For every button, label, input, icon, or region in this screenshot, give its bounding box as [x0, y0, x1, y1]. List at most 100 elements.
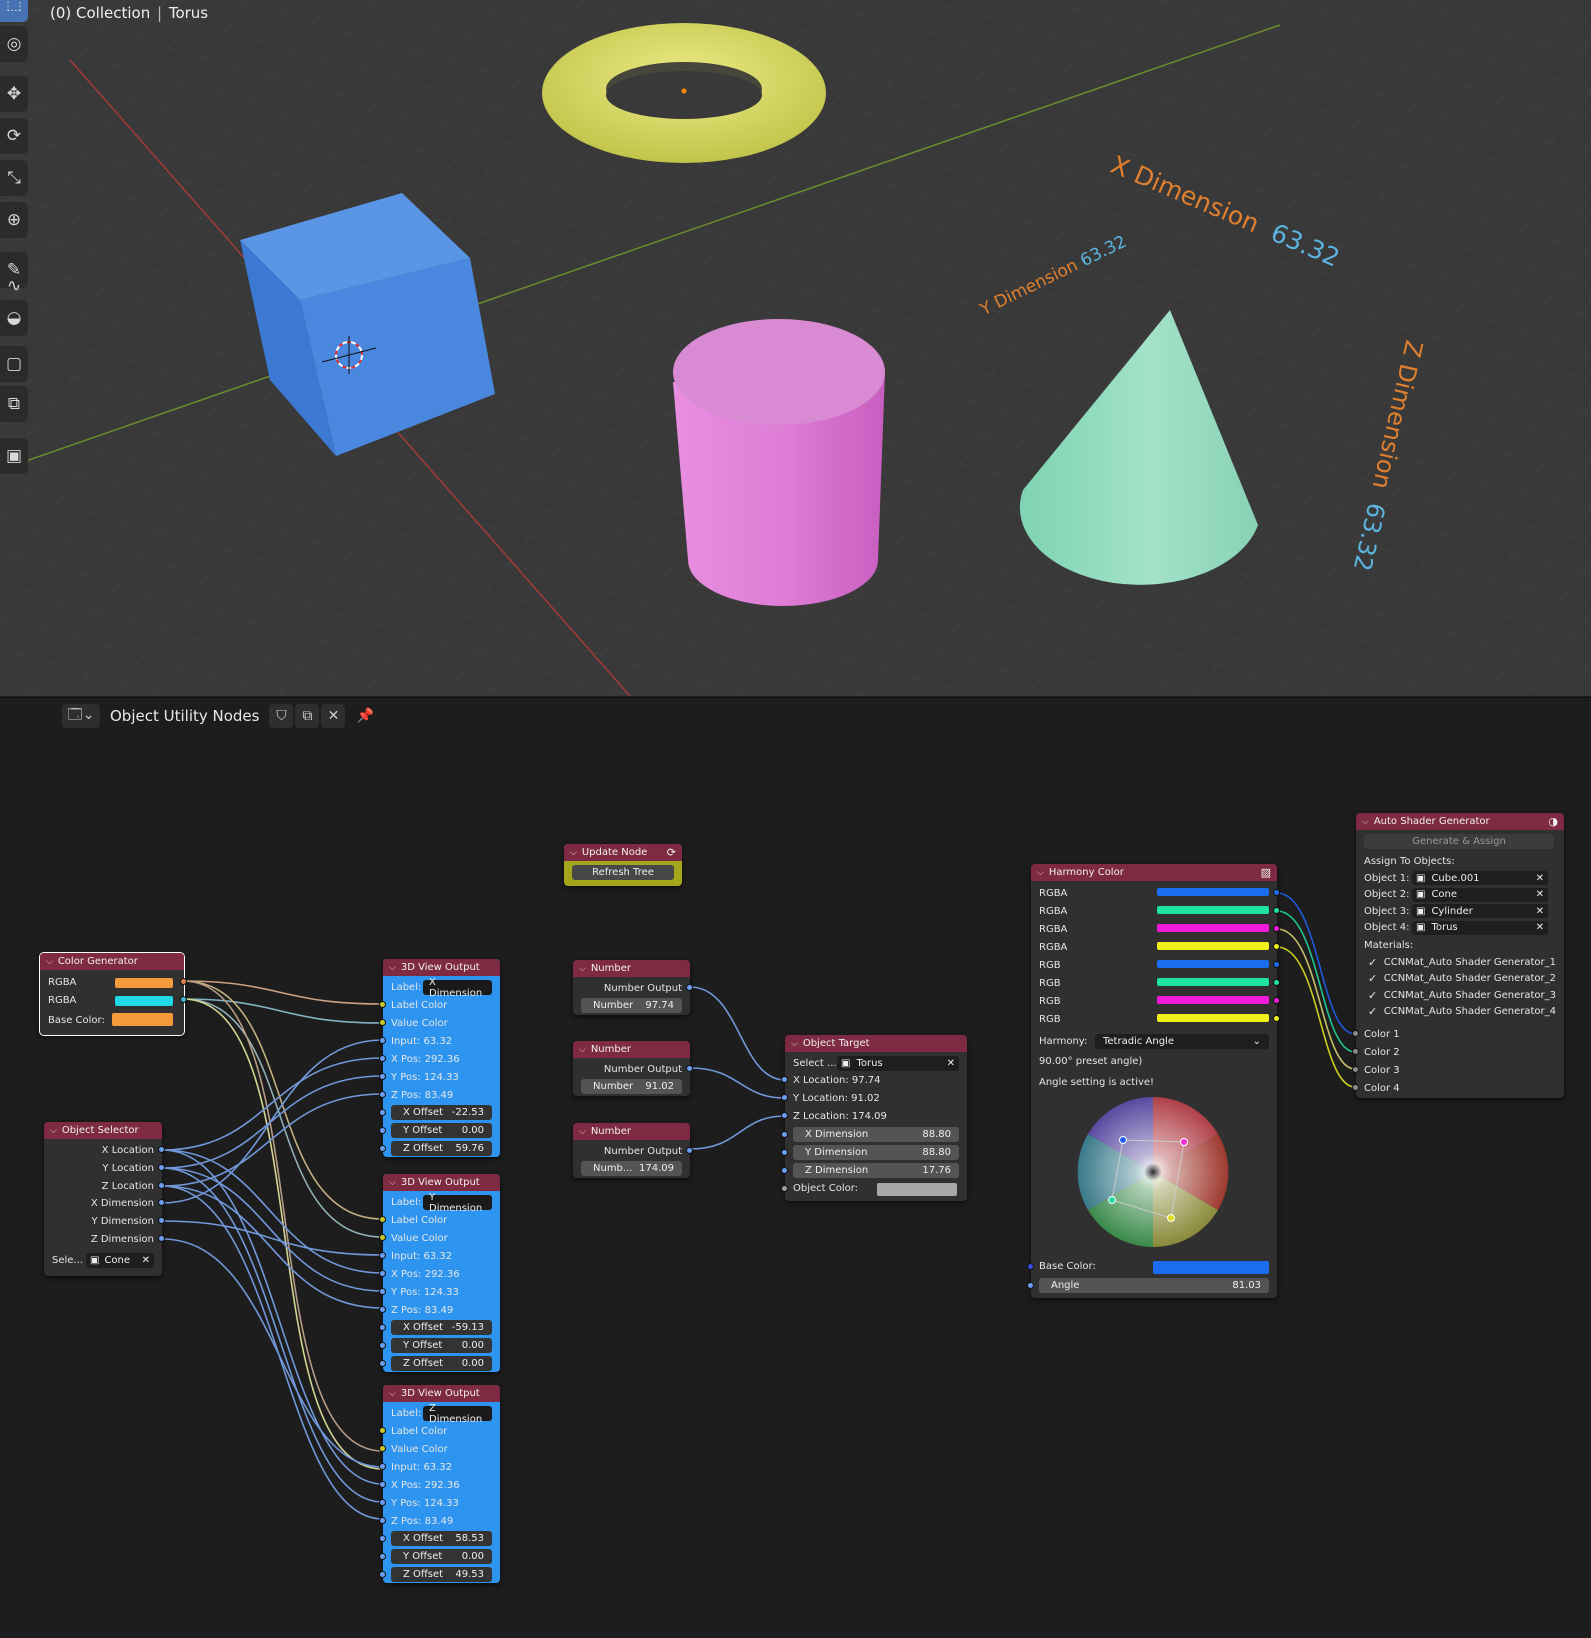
- torus-object[interactable]: [542, 23, 826, 163]
- z-pos-input-socket[interactable]: [379, 1306, 386, 1313]
- number-output-socket[interactable]: [686, 984, 693, 991]
- collapse-chevron-icon[interactable]: ⌵: [46, 957, 53, 967]
- number-value-field[interactable]: Number 97.74: [581, 998, 682, 1013]
- number-output-socket[interactable]: [686, 1147, 693, 1154]
- x-dimension-field[interactable]: X Dimension 88.80: [793, 1127, 959, 1142]
- x-offset-socket[interactable]: [379, 1535, 386, 1542]
- y-dimension-field[interactable]: Y Dimension 88.80: [793, 1145, 959, 1160]
- number-node[interactable]: ⌵ Number Number Output Numb... 174.09: [573, 1123, 693, 1178]
- collapse-chevron-icon[interactable]: ⌵: [389, 963, 396, 973]
- clear-object-icon[interactable]: ✕: [1536, 922, 1544, 933]
- rgba-output-socket[interactable]: [180, 996, 187, 1003]
- number-output-socket[interactable]: [686, 1065, 693, 1072]
- harmony-output-swatch[interactable]: [1157, 1014, 1269, 1022]
- harmony-output-socket[interactable]: [1273, 961, 1280, 968]
- harmony-handle-yellow[interactable]: [1167, 1214, 1175, 1222]
- color-input-socket[interactable]: [1352, 1048, 1359, 1055]
- color-picker-icon[interactable]: ▨: [1261, 866, 1271, 879]
- number-value-field[interactable]: Number 91.02: [581, 1079, 682, 1094]
- curve-icon[interactable]: ∿: [0, 268, 28, 304]
- z-dimension-socket[interactable]: [781, 1167, 788, 1174]
- y-dimension-socket[interactable]: [158, 1217, 165, 1224]
- color-input-socket[interactable]: [1352, 1030, 1359, 1037]
- material-item[interactable]: ✓ CCNMat_Auto Shader Generator_3: [1356, 987, 1564, 1003]
- clear-object-icon[interactable]: ✕: [1536, 889, 1544, 900]
- x-offset-socket[interactable]: [379, 1109, 386, 1116]
- 3d-viewport[interactable]: (0) Collection | Torus ⬚ ◎ ✥ ⟳ ⤡ ⊕ ✎ ∿ ◒…: [0, 0, 1591, 696]
- object-target-node[interactable]: ⌵ Object Target Select ... ▣ Torus ✕ X Loca…: [781, 1035, 967, 1201]
- base-color-swatch[interactable]: [112, 1013, 173, 1026]
- z-pos-input-socket[interactable]: [379, 1091, 386, 1098]
- pin-icon[interactable]: 📌: [353, 704, 377, 728]
- collapse-chevron-icon[interactable]: ⌵: [389, 1178, 396, 1188]
- angle-field[interactable]: Angle 81.03: [1039, 1278, 1269, 1293]
- x-offset-field[interactable]: X Offset -59.13: [391, 1320, 492, 1335]
- base-color-socket[interactable]: [1027, 1263, 1034, 1270]
- y-pos-input-socket[interactable]: [379, 1499, 386, 1506]
- update-node[interactable]: ⌵ Update Node ⟳ Refresh Tree: [564, 844, 682, 886]
- select-box-icon[interactable]: ⬚: [0, 0, 28, 22]
- x-offset-socket[interactable]: [379, 1324, 386, 1331]
- object-selector-node[interactable]: ⌵ Object Selector X Location Y Location Z…: [44, 1122, 165, 1276]
- harmony-output-socket[interactable]: [1273, 997, 1280, 1004]
- scale-icon[interactable]: ⤡: [0, 160, 28, 196]
- z-pos-input-socket[interactable]: [379, 1517, 386, 1524]
- x-offset-field[interactable]: X Offset -22.53: [391, 1105, 492, 1120]
- y-offset-field[interactable]: Y Offset 0.00: [391, 1549, 492, 1564]
- z-offset-socket[interactable]: [379, 1360, 386, 1367]
- material-item[interactable]: ✓ CCNMat_Auto Shader Generator_2: [1356, 971, 1564, 987]
- duplicate-icon[interactable]: ⧉: [295, 704, 320, 728]
- target-object-field[interactable]: ▣ Torus ✕: [837, 1056, 959, 1071]
- object-color-socket[interactable]: [781, 1185, 788, 1192]
- harmony-output-swatch[interactable]: [1157, 924, 1269, 932]
- generate-assign-button[interactable]: Generate & Assign: [1364, 834, 1554, 849]
- z-offset-socket[interactable]: [379, 1571, 386, 1578]
- transform-icon[interactable]: ⊕: [0, 202, 28, 238]
- material-item[interactable]: ✓ CCNMat_Auto Shader Generator_4: [1356, 1004, 1564, 1020]
- harmony-handle-blue[interactable]: [1119, 1136, 1127, 1144]
- base-color-swatch[interactable]: [1153, 1261, 1269, 1274]
- y-offset-field[interactable]: Y Offset 0.00: [391, 1123, 492, 1138]
- y-offset-socket[interactable]: [379, 1553, 386, 1560]
- assign-object-field[interactable]: ▣ Cube.001 ✕: [1412, 871, 1548, 885]
- angle-socket[interactable]: [1027, 1282, 1034, 1289]
- clear-object-icon[interactable]: ✕: [1536, 906, 1544, 917]
- collapse-chevron-icon[interactable]: ⌵: [50, 1126, 57, 1136]
- harmony-output-swatch[interactable]: [1157, 906, 1269, 914]
- harmony-output-swatch[interactable]: [1157, 942, 1269, 950]
- z-location-socket[interactable]: [158, 1182, 165, 1189]
- auto-shader-generator-node[interactable]: ⌵ Auto Shader Generator ◑ Generate & Assig…: [1352, 813, 1564, 1098]
- x-pos-input-socket[interactable]: [379, 1481, 386, 1488]
- x-offset-field[interactable]: X Offset 58.53: [391, 1531, 492, 1546]
- collapse-chevron-icon[interactable]: ⌵: [570, 848, 577, 858]
- y-pos-input-socket[interactable]: [379, 1073, 386, 1080]
- measure-icon[interactable]: ◒: [0, 300, 28, 336]
- harmony-dropdown[interactable]: Tetradic Angle ⌄: [1095, 1034, 1269, 1049]
- x-pos-input-socket[interactable]: [379, 1270, 386, 1277]
- node-editor[interactable]: 🗔⌄ Object Utility Nodes ⛉ ⧉ ✕ 📌 ⌵ Color G…: [0, 697, 1591, 1638]
- harmony-output-socket[interactable]: [1273, 925, 1280, 932]
- number-value-field[interactable]: Numb... 174.09: [581, 1161, 682, 1176]
- y-dimension-socket[interactable]: [781, 1149, 788, 1156]
- label-color-input-socket[interactable]: [379, 1001, 386, 1008]
- z-dimension-field[interactable]: Z Dimension 17.76: [793, 1163, 959, 1178]
- extrude-icon[interactable]: ⧉: [0, 386, 28, 422]
- z-offset-field[interactable]: Z Offset 49.53: [391, 1567, 492, 1582]
- x-dimension-socket[interactable]: [781, 1131, 788, 1138]
- x-location-socket[interactable]: [158, 1146, 165, 1153]
- object-color-swatch[interactable]: [877, 1183, 957, 1196]
- cursor-icon[interactable]: ◎: [0, 26, 28, 62]
- number-node[interactable]: ⌵ Number Number Output Number 97.74: [573, 960, 693, 1015]
- label-text-field[interactable]: Y Dimension: [423, 1192, 492, 1214]
- cylinder-object[interactable]: [673, 319, 885, 606]
- rotate-icon[interactable]: ⟳: [0, 118, 28, 154]
- harmony-output-socket[interactable]: [1273, 889, 1280, 896]
- x-location-socket[interactable]: [781, 1076, 788, 1083]
- harmony-output-swatch[interactable]: [1157, 978, 1269, 986]
- clear-object-icon[interactable]: ✕: [142, 1255, 150, 1266]
- rgba-swatch-cyan[interactable]: [115, 996, 173, 1006]
- harmony-output-socket[interactable]: [1273, 979, 1280, 986]
- color-input-socket[interactable]: [1352, 1066, 1359, 1073]
- object-select-field[interactable]: ▣ Cone ✕: [86, 1253, 154, 1268]
- collapse-chevron-icon[interactable]: ⌵: [791, 1039, 798, 1049]
